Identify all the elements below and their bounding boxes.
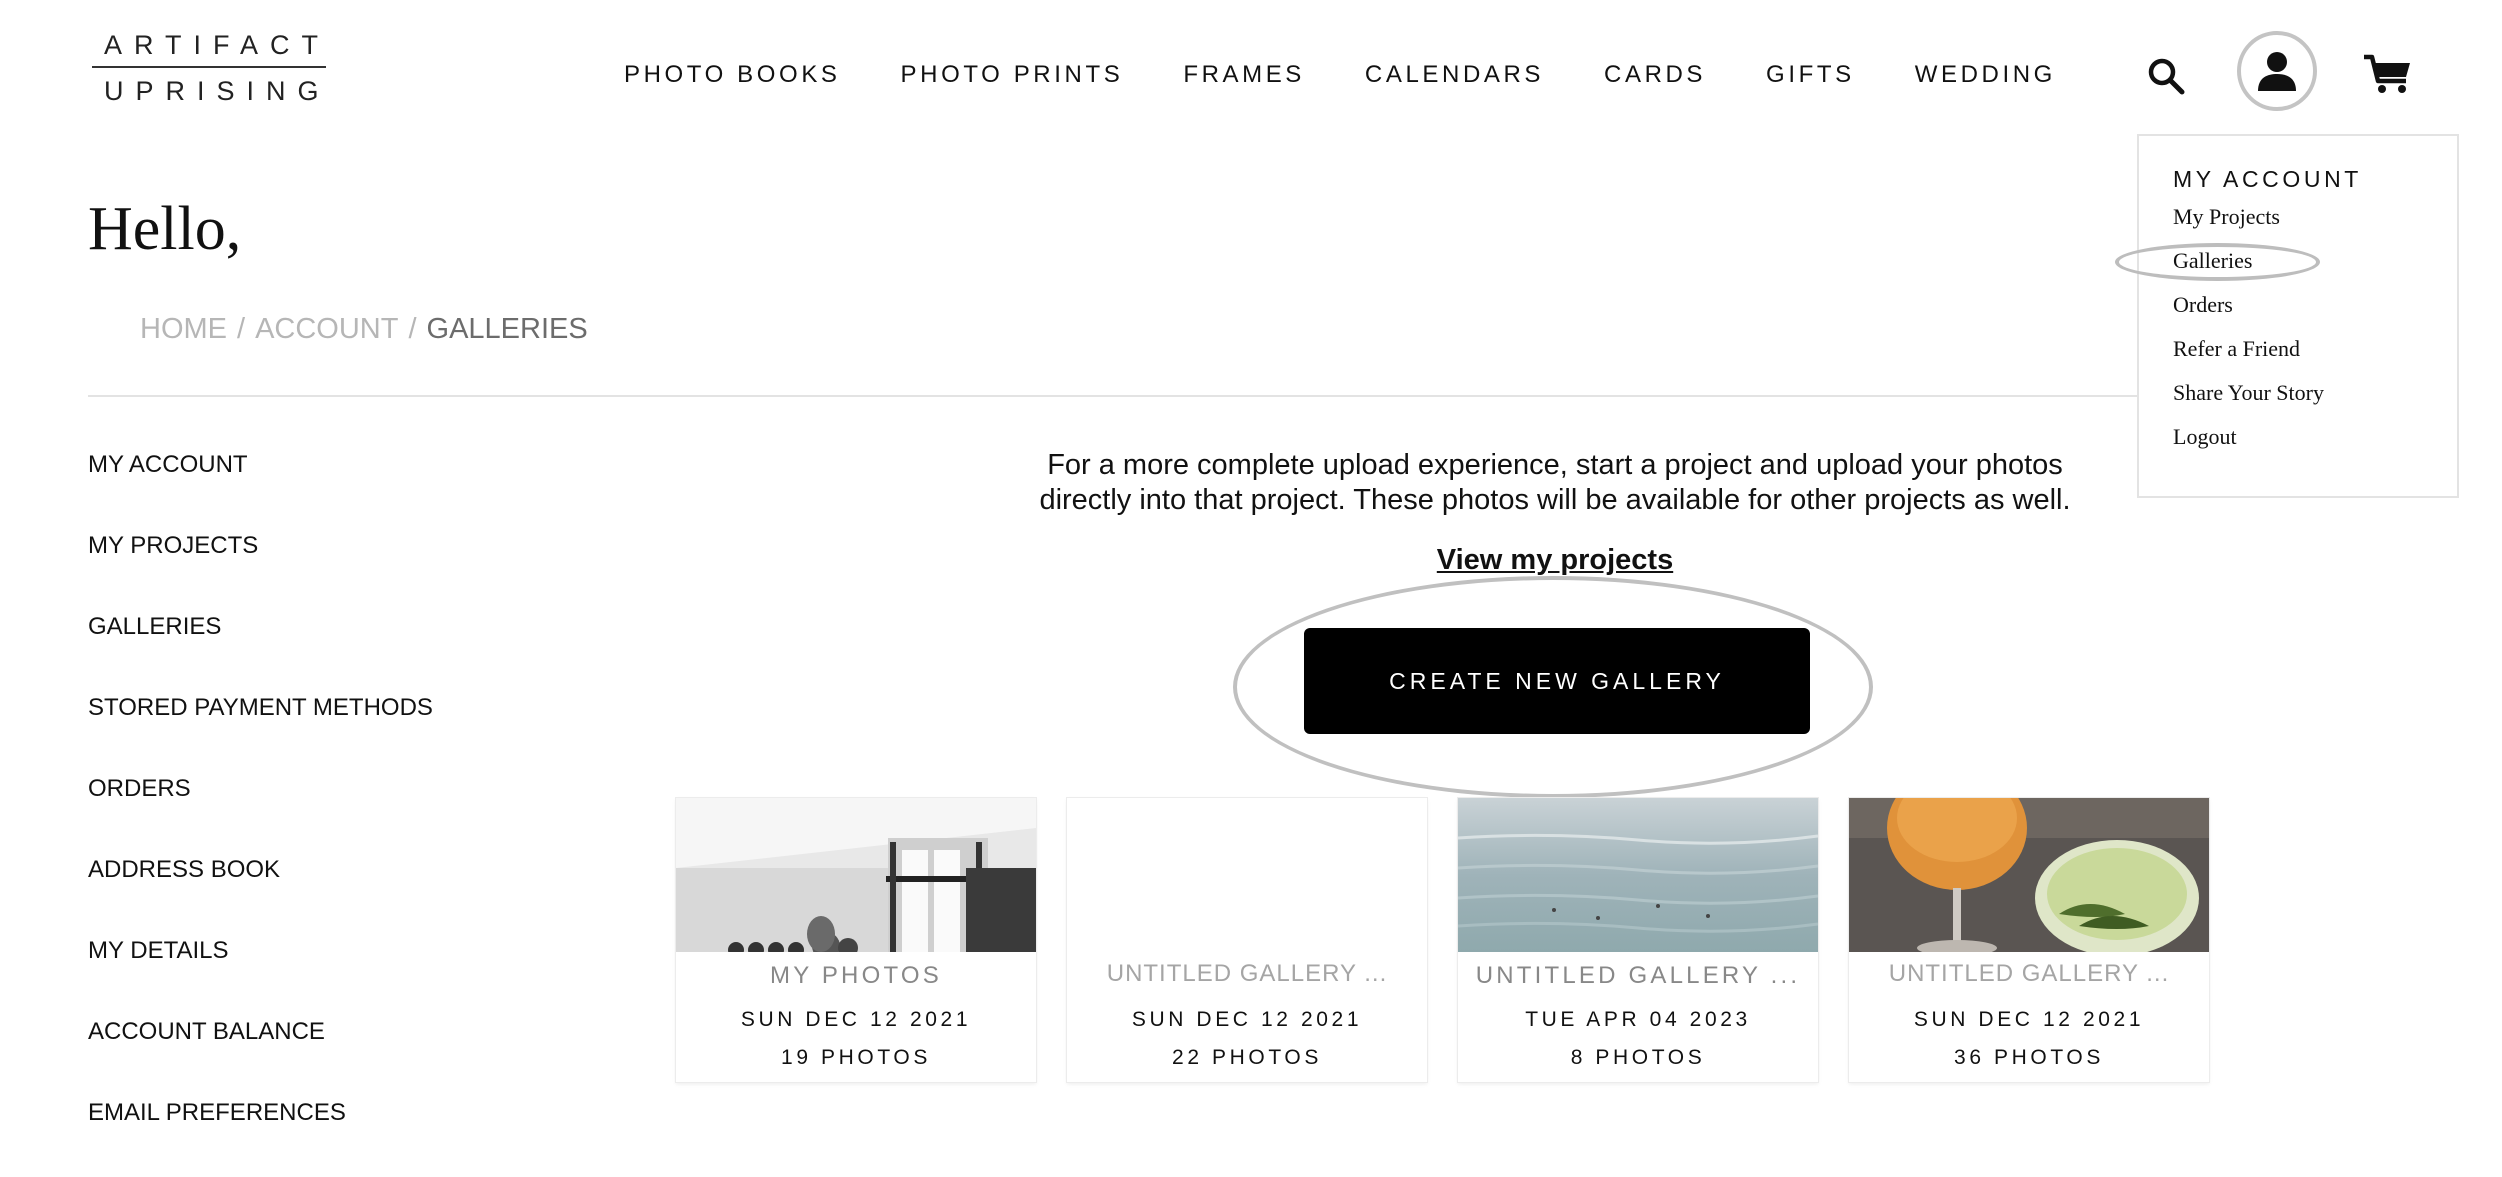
- gallery-photo-count: 19 PHOTOS: [781, 1046, 931, 1069]
- gallery-photo-count: 36 PHOTOS: [1954, 1046, 2104, 1069]
- gallery-date: SUN DEC 12 2021: [1131, 1008, 1363, 1031]
- nav-calendars[interactable]: CALENDARS: [1365, 58, 1544, 92]
- breadcrumb-account[interactable]: ACCOUNT: [255, 313, 398, 345]
- gallery-card[interactable]: UNTITLED GALLERY ... SUN DEC 12 2021 36 …: [1849, 798, 2209, 1082]
- gallery-photo-count: 8 PHOTOS: [1570, 1046, 1706, 1069]
- nav-photo-books[interactable]: PHOTO BOOKS: [624, 58, 841, 92]
- breadcrumb: HOME / ACCOUNT / GALLERIES: [140, 313, 588, 346]
- create-new-gallery-button[interactable]: CREATE NEW GALLERY: [1304, 628, 1810, 734]
- intro-line-2: directly into that project. These photos…: [1039, 484, 2071, 516]
- gallery-thumbnail: [676, 798, 1036, 952]
- search-icon[interactable]: [2142, 52, 2190, 100]
- sidebar-item-orders[interactable]: ORDERS: [88, 772, 433, 853]
- artifact-uprising-logo[interactable]: ARTIFACT UPRISING: [92, 28, 326, 108]
- sidebar-item-account-balance[interactable]: ACCOUNT BALANCE: [88, 1015, 433, 1096]
- dropdown-refer-a-friend[interactable]: Refer a Friend: [2173, 336, 2300, 362]
- gallery-thumbnail: [1849, 798, 2209, 952]
- logo-line-2: UPRISING: [104, 76, 331, 106]
- dropdown-share-your-story[interactable]: Share Your Story: [2173, 380, 2324, 406]
- sidebar-item-stored-payment-methods[interactable]: STORED PAYMENT METHODS: [88, 691, 433, 772]
- breadcrumb-home[interactable]: HOME: [140, 313, 227, 345]
- logo-line-1: ARTIFACT: [104, 30, 331, 60]
- sidebar-item-galleries[interactable]: GALLERIES: [88, 610, 433, 691]
- page-greeting: Hello,: [88, 195, 242, 263]
- cart-icon[interactable]: [2360, 50, 2416, 98]
- gallery-photo-count: 22 PHOTOS: [1172, 1046, 1322, 1069]
- gallery-title: UNTITLED GALLERY ...: [1475, 962, 1801, 989]
- upload-intro-text: For a more complete upload experience, s…: [1010, 448, 2100, 518]
- nav-cards[interactable]: CARDS: [1604, 58, 1706, 92]
- gallery-title: UNTITLED GALLERY ...: [1106, 960, 1388, 987]
- account-dropdown: MY ACCOUNT My Projects Galleries Orders …: [2137, 134, 2459, 498]
- breadcrumb-separator: /: [237, 313, 246, 345]
- logo-divider: [92, 66, 326, 68]
- account-menu-button[interactable]: [2237, 31, 2317, 111]
- gallery-date: TUE APR 04 2023: [1525, 1008, 1751, 1031]
- gallery-title: UNTITLED GALLERY ...: [1888, 960, 2170, 987]
- dropdown-logout[interactable]: Logout: [2173, 424, 2237, 450]
- gallery-date: SUN DEC 12 2021: [1913, 1008, 2145, 1031]
- main-navigation: PHOTO BOOKS PHOTO PRINTS FRAMES CALENDAR…: [624, 58, 2116, 92]
- sidebar-item-email-preferences[interactable]: EMAIL PREFERENCES: [88, 1096, 433, 1177]
- gallery-title: MY PHOTOS: [770, 962, 942, 989]
- sidebar-item-my-projects[interactable]: MY PROJECTS: [88, 529, 433, 610]
- dropdown-my-projects[interactable]: My Projects: [2173, 204, 2280, 230]
- nav-frames[interactable]: FRAMES: [1183, 58, 1305, 92]
- gallery-thumbnail: [1458, 798, 1818, 952]
- gallery-card[interactable]: MY PHOTOS SUN DEC 12 2021 19 PHOTOS: [676, 798, 1036, 1082]
- account-sidebar: MY ACCOUNT MY PROJECTS GALLERIES STORED …: [88, 448, 433, 1177]
- header-divider: [88, 395, 2138, 397]
- gallery-date: SUN DEC 12 2021: [740, 1008, 972, 1031]
- sidebar-item-my-details[interactable]: MY DETAILS: [88, 934, 433, 1015]
- galleries-highlight-ring: [2115, 243, 2320, 281]
- dropdown-heading: MY ACCOUNT: [2173, 166, 2362, 192]
- nav-gifts[interactable]: GIFTS: [1766, 58, 1855, 92]
- gallery-thumbnail: [1067, 798, 1427, 952]
- gallery-card[interactable]: UNTITLED GALLERY ... TUE APR 04 2023 8 P…: [1458, 798, 1818, 1082]
- nav-photo-prints[interactable]: PHOTO PRINTS: [901, 58, 1124, 92]
- user-icon: [2258, 52, 2296, 91]
- nav-wedding[interactable]: WEDDING: [1915, 58, 2056, 92]
- view-my-projects-link[interactable]: View my projects: [1010, 544, 2100, 577]
- sidebar-item-address-book[interactable]: ADDRESS BOOK: [88, 853, 433, 934]
- gallery-card[interactable]: UNTITLED GALLERY ... SUN DEC 12 2021 22 …: [1067, 798, 1427, 1082]
- breadcrumb-current: GALLERIES: [426, 313, 588, 345]
- dropdown-orders[interactable]: Orders: [2173, 292, 2233, 318]
- sidebar-item-my-account[interactable]: MY ACCOUNT: [88, 448, 433, 529]
- breadcrumb-separator: /: [408, 313, 417, 345]
- intro-line-1: For a more complete upload experience, s…: [1047, 449, 2063, 481]
